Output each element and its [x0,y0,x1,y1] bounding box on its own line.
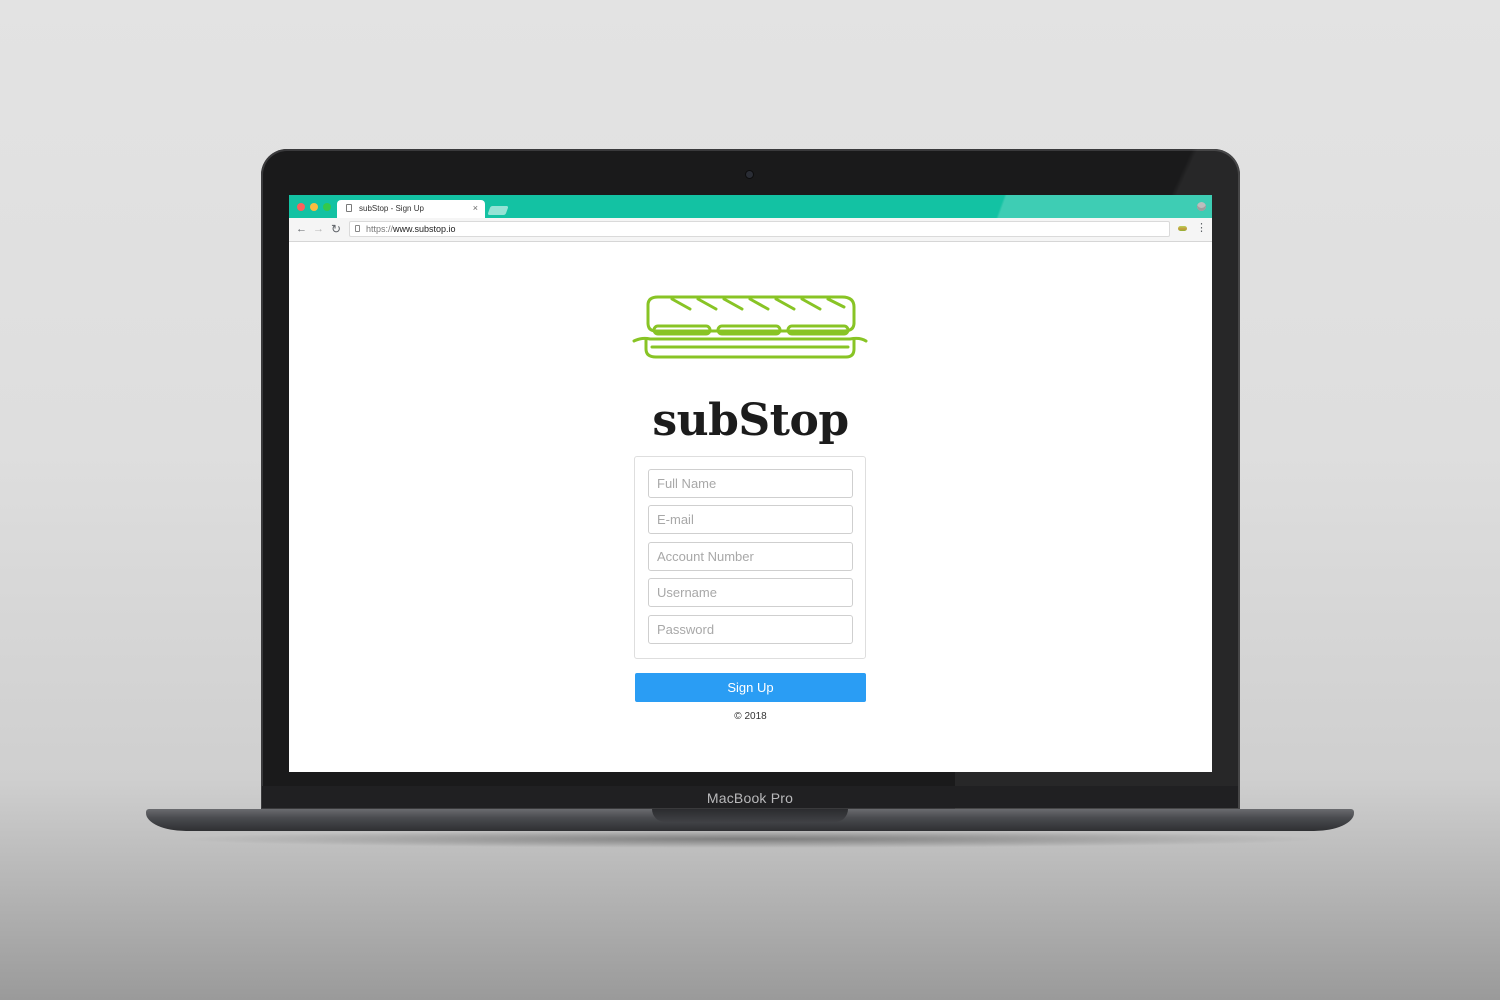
full-name-input[interactable] [648,469,853,498]
address-bar[interactable]: https://www.substop.io [349,221,1170,237]
tab-title: subStop - Sign Up [359,204,424,213]
email-input[interactable] [648,505,853,534]
url-scheme: https:// [366,224,394,234]
browser-window: subStop - Sign Up × ← → ↻ https://www.su… [289,195,1212,772]
close-window-icon[interactable] [297,203,305,211]
forward-arrow-icon[interactable]: → [313,222,324,236]
laptop-notch [652,809,848,822]
tab-bar: subStop - Sign Up × [289,195,1212,218]
brand-name: subStop [652,395,849,446]
sandwich-extension-icon[interactable] [1178,226,1187,231]
webcam-icon [746,171,753,178]
password-input[interactable] [648,615,853,644]
minimize-window-icon[interactable] [310,203,318,211]
laptop-shadow [170,830,1330,848]
signup-form [634,456,866,659]
page-info-icon[interactable] [355,225,360,232]
sandwich-logo-icon [632,295,868,359]
reload-icon[interactable]: ↻ [331,222,341,236]
tabbar-glare [972,195,1212,218]
new-tab-button[interactable] [487,206,509,215]
tab-active[interactable]: subStop - Sign Up × [337,200,485,218]
laptop-chin: MacBook Pro [262,786,1238,808]
account-number-input[interactable] [648,542,853,571]
sign-up-button[interactable]: Sign Up [635,673,866,702]
url-host: www.substop.io [393,224,456,234]
device-label: MacBook Pro [706,790,794,806]
url-text[interactable]: https://www.substop.io [366,224,456,234]
tab-close-icon[interactable]: × [473,203,478,213]
browser-toolbar: ← → ↻ https://www.substop.io ⋮ [289,218,1212,242]
maximize-window-icon[interactable] [323,203,331,211]
profile-icon[interactable] [1197,202,1206,211]
copyright-text: © 2018 [734,711,767,722]
back-arrow-icon[interactable]: ← [296,222,307,236]
more-menu-icon[interactable]: ⋮ [1196,221,1207,235]
page-icon [346,204,352,212]
username-input[interactable] [648,578,853,607]
